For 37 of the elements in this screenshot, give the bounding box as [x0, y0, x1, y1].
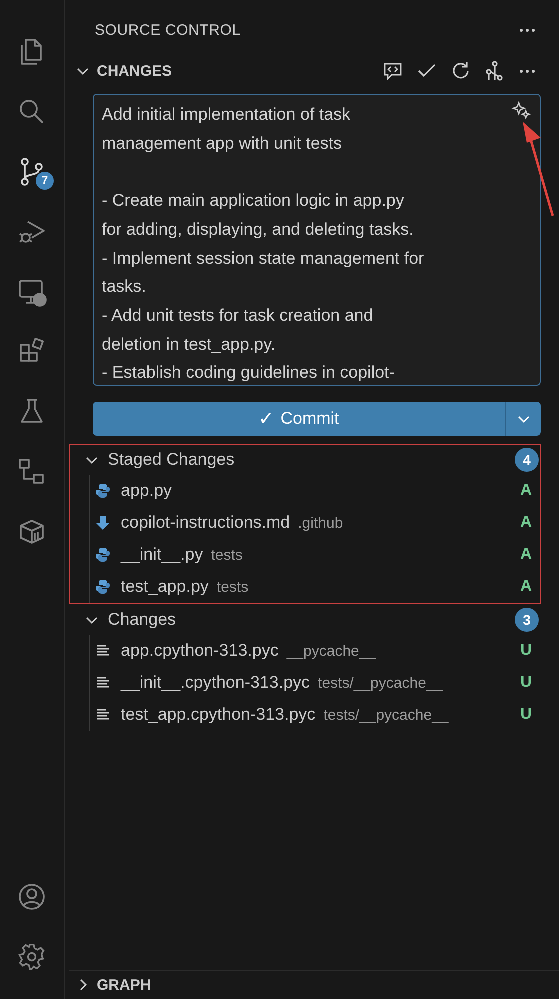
account-icon	[16, 881, 48, 913]
group-title[interactable]: Staged Changes	[108, 450, 235, 470]
file-status: A	[520, 514, 532, 532]
python-file-icon	[95, 483, 111, 499]
file-name[interactable]: __init__.cpython-313.pyc	[121, 673, 310, 693]
settings-icon	[17, 942, 47, 972]
file-folder: __pycache__	[286, 642, 376, 660]
count-badge: 3	[515, 608, 539, 632]
file-name[interactable]: app.py	[121, 481, 172, 501]
python-file-icon	[95, 547, 111, 563]
file-folder: .github	[298, 514, 344, 532]
file-folder: tests	[216, 578, 249, 596]
group-title[interactable]: Changes	[108, 610, 176, 630]
file-status: U	[520, 642, 532, 660]
file-folder: tests/__pycache__	[318, 674, 444, 692]
file-status: A	[520, 578, 532, 596]
count-badge: 4	[515, 448, 539, 472]
file-name[interactable]: test_app.cpython-313.pyc	[121, 705, 316, 725]
panel-title: SOURCE CONTROL	[95, 22, 241, 38]
file-folder: tests	[211, 546, 243, 564]
section-title[interactable]: GRAPH	[97, 976, 152, 994]
file-name[interactable]: app.cpython-313.pyc	[121, 641, 279, 661]
commit-message-field[interactable]: Add initial implementation of task management app with unit tests - Create main application logic in app.py for adding, displaying, and deleting tasks. - Implement session state management for tasks. - Add unit tests for task creation and deletion in test_app.py. - Establish coding guidelines in copilot-	[93, 94, 541, 386]
file-status: A	[520, 482, 532, 500]
file-status: U	[520, 706, 532, 724]
file-name[interactable]: __init__.py	[121, 545, 204, 565]
down-arrow-icon	[95, 515, 111, 531]
file-status: U	[520, 674, 532, 692]
count-badge: 7	[36, 172, 54, 190]
sparkle-icon[interactable]	[511, 100, 533, 122]
python-file-icon	[95, 579, 111, 595]
section-title: CHANGES	[97, 62, 172, 80]
activity-item[interactable]: 7	[12, 142, 52, 202]
file-name[interactable]: copilot-instructions.md	[121, 513, 290, 533]
file-folder: tests/__pycache__	[324, 706, 449, 724]
file-status: A	[520, 546, 532, 564]
file-name[interactable]: test_app.py	[121, 577, 209, 597]
